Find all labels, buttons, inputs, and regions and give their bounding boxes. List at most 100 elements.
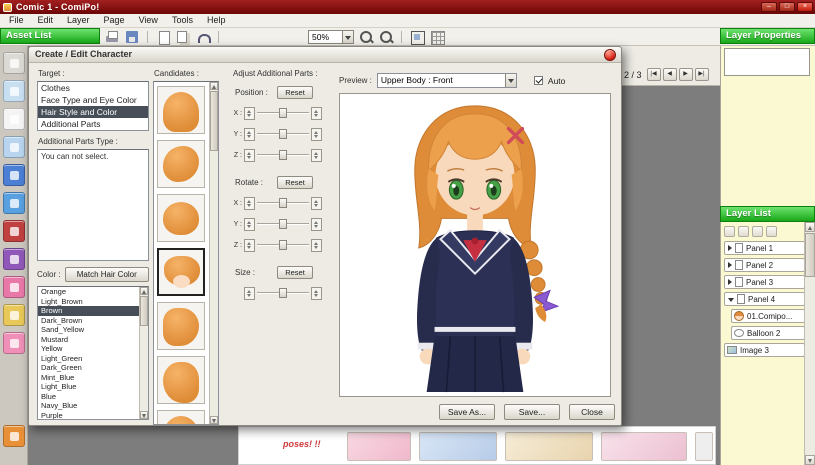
undo-icon[interactable] (195, 30, 211, 44)
layer-row-panel-4[interactable]: Panel 4 (724, 292, 805, 306)
color-item[interactable]: Mustard (38, 335, 139, 345)
position-z-slider[interactable] (257, 148, 309, 162)
hair-candidate-thumbnail[interactable] (157, 302, 205, 350)
rotate-y-slider[interactable] (257, 217, 309, 231)
zoom-out-icon[interactable] (358, 30, 374, 44)
folder-icon[interactable] (3, 425, 25, 447)
rotate-reset-button[interactable]: Reset (277, 176, 313, 189)
match-hair-color-button[interactable]: Match Hair Color (65, 267, 149, 282)
scrollbar-thumb[interactable] (140, 296, 148, 326)
save-as-button[interactable]: Save As... (439, 404, 495, 420)
collapse-icon[interactable] (728, 298, 734, 302)
rotate-z-spinner[interactable] (244, 239, 255, 252)
zoom-in-icon[interactable] (378, 30, 394, 44)
new-page-icon[interactable] (155, 30, 171, 44)
grid-icon[interactable] (429, 30, 445, 44)
save-icon[interactable] (124, 30, 140, 44)
position-y-spinner[interactable] (311, 128, 322, 141)
target-item-clothes[interactable]: Clothes (38, 82, 148, 94)
layer-down-icon[interactable] (766, 226, 777, 237)
menu-help[interactable]: Help (200, 14, 233, 27)
layer-add-icon[interactable] (724, 226, 735, 237)
color-item[interactable]: Purple (38, 411, 139, 421)
color-item[interactable]: Blue (38, 392, 139, 402)
color-item[interactable]: Dark_Brown (38, 316, 139, 326)
layer-row-character[interactable]: 01.Comipo... (731, 309, 805, 323)
fit-page-icon[interactable] (409, 30, 425, 44)
select-tool-icon[interactable] (3, 52, 25, 74)
layer-row-balloon[interactable]: Balloon 2 (731, 326, 805, 340)
menu-layer[interactable]: Layer (60, 14, 97, 27)
target-item-face[interactable]: Face Type and Eye Color (38, 94, 148, 106)
previous-page-button[interactable]: ◀ (663, 68, 677, 81)
color-item[interactable]: Navy_Blue (38, 401, 139, 411)
color-item[interactable]: Dark_Green (38, 363, 139, 373)
last-page-button[interactable]: ▶| (695, 68, 709, 81)
color-item[interactable]: Sand_Yellow (38, 325, 139, 335)
minimize-button[interactable]: – (761, 2, 777, 12)
hair-candidate-thumbnail-selected[interactable] (157, 248, 205, 296)
expand-icon[interactable] (728, 262, 732, 268)
dialog-titlebar[interactable]: Create / Edit Character (29, 47, 621, 63)
scroll-down-icon[interactable] (140, 411, 148, 419)
dialog-close-icon[interactable] (604, 49, 616, 61)
color-item-selected[interactable]: Brown (38, 306, 139, 316)
hair-candidate-thumbnail[interactable] (157, 86, 205, 134)
position-y-spinner[interactable] (244, 128, 255, 141)
rotate-x-spinner[interactable] (311, 197, 322, 210)
color-item[interactable]: Yellow (38, 344, 139, 354)
size-slider[interactable] (257, 286, 309, 300)
scroll-down-icon[interactable] (805, 455, 815, 465)
layer-list-scrollbar[interactable] (804, 222, 815, 465)
pattern-asset-icon[interactable] (3, 248, 25, 270)
character-asset-icon[interactable] (3, 80, 25, 102)
balloon-asset-icon[interactable] (3, 108, 25, 130)
scroll-up-icon[interactable] (140, 287, 148, 295)
target-item-hair[interactable]: Hair Style and Color (38, 106, 148, 118)
hair-candidate-thumbnail[interactable] (157, 356, 205, 404)
image-asset-icon[interactable] (3, 304, 25, 326)
scrollbar-thumb[interactable] (805, 233, 815, 277)
layer-delete-icon[interactable] (738, 226, 749, 237)
menu-edit[interactable]: Edit (31, 14, 61, 27)
zoom-combobox[interactable]: 50% (308, 30, 354, 44)
rotate-z-slider[interactable] (257, 238, 309, 252)
scrollbar-thumb[interactable] (210, 91, 218, 151)
hair-candidate-thumbnail[interactable] (157, 410, 205, 425)
scroll-up-icon[interactable] (805, 222, 815, 232)
color-item[interactable]: Light_Brown (38, 297, 139, 307)
layer-row-panel-3[interactable]: Panel 3 (724, 275, 805, 289)
size-spinner[interactable] (311, 287, 322, 300)
hair-candidate-thumbnail[interactable] (157, 140, 205, 188)
size-reset-button[interactable]: Reset (277, 266, 313, 279)
text-asset-icon[interactable] (3, 136, 25, 158)
copy-icon[interactable] (175, 30, 191, 44)
position-reset-button[interactable]: Reset (277, 86, 313, 99)
close-button[interactable]: × (797, 2, 813, 12)
frame-asset-icon[interactable] (3, 276, 25, 298)
menu-view[interactable]: View (132, 14, 165, 27)
layer-row-image[interactable]: Image 3 (724, 343, 805, 357)
color-item[interactable]: Light_Blue (38, 382, 139, 392)
dropdown-arrow-icon[interactable] (505, 74, 516, 87)
save-button[interactable]: Save... (504, 404, 560, 420)
position-x-spinner[interactable] (311, 107, 322, 120)
3d-item-asset-icon[interactable] (3, 164, 25, 186)
effect-asset-icon[interactable] (3, 192, 25, 214)
next-page-button[interactable]: ▶ (679, 68, 693, 81)
rotate-y-spinner[interactable] (311, 218, 322, 231)
size-spinner[interactable] (244, 287, 255, 300)
expand-icon[interactable] (728, 279, 732, 285)
layer-row-panel-2[interactable]: Panel 2 (724, 258, 805, 272)
position-x-spinner[interactable] (244, 107, 255, 120)
menu-page[interactable]: Page (97, 14, 132, 27)
rotate-x-slider[interactable] (257, 196, 309, 210)
color-list-scrollbar[interactable] (139, 287, 148, 419)
color-item[interactable]: Light_Green (38, 354, 139, 364)
print-icon[interactable] (104, 30, 120, 44)
scroll-up-icon[interactable] (210, 82, 218, 90)
layer-up-icon[interactable] (752, 226, 763, 237)
menu-tools[interactable]: Tools (165, 14, 200, 27)
candidates-scrollbar[interactable] (209, 82, 218, 424)
rotate-y-spinner[interactable] (244, 218, 255, 231)
